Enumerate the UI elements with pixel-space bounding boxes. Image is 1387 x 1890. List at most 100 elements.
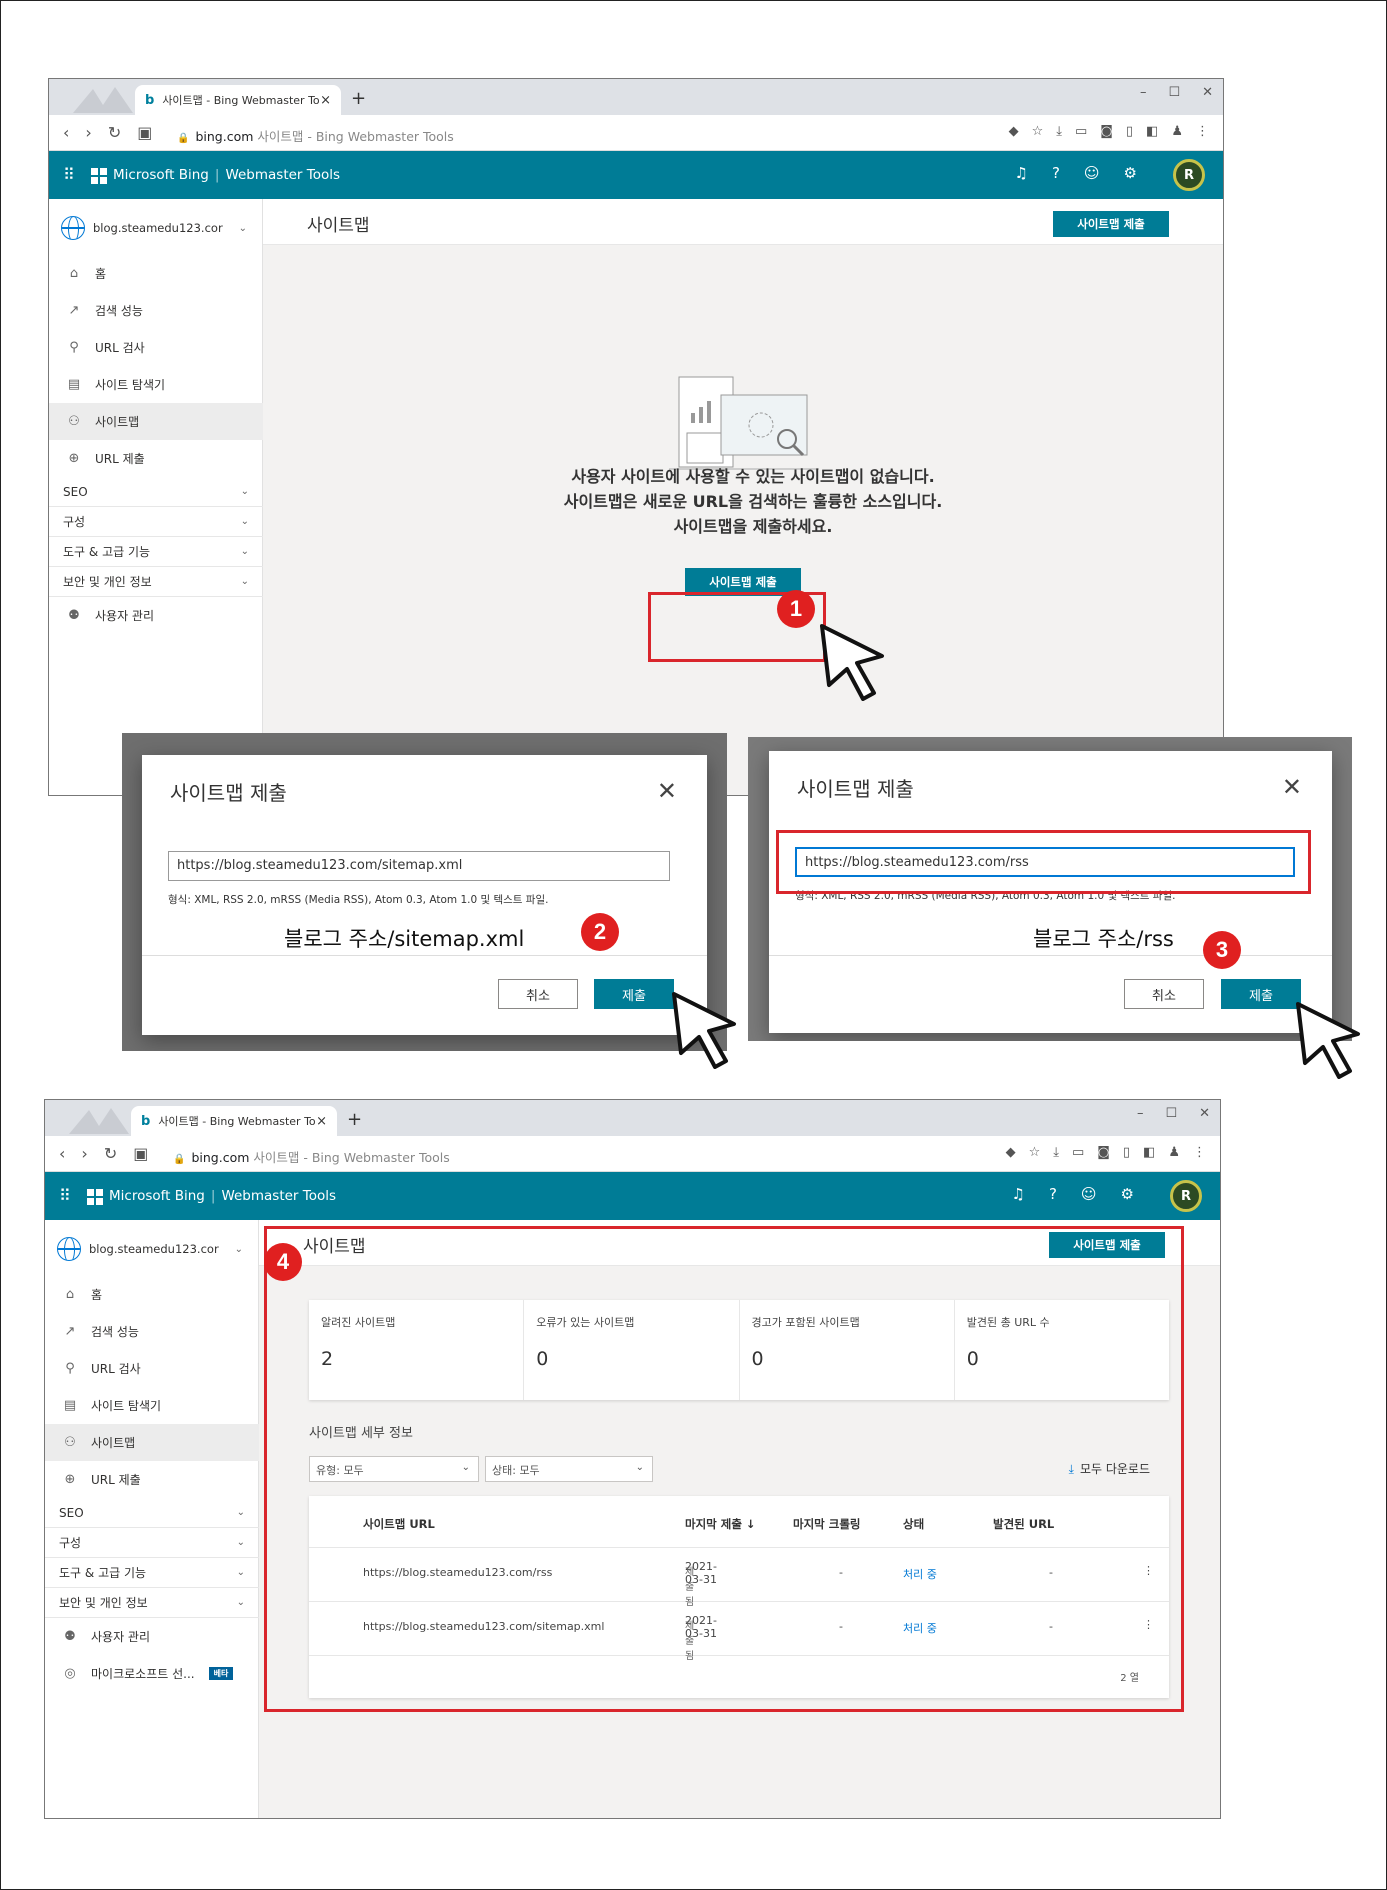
sidebar-group-security[interactable]: 보안 및 개인 정보 ⌄ — [49, 567, 263, 597]
sidebar-item-home[interactable]: ⌂ 홈 — [49, 255, 263, 292]
sidebar-item-search-performance[interactable]: ↗ 검색 성능 — [45, 1313, 259, 1350]
chevron-down-icon: ⌄ — [240, 486, 249, 497]
cancel-button[interactable]: 취소 — [498, 979, 578, 1009]
brand-name[interactable]: Microsoft Bing — [113, 167, 209, 183]
back-icon[interactable]: ‹ — [63, 123, 69, 142]
url-field[interactable]: 🔒 bing.com 사이트맵 - Bing Webmaster Tools — [173, 1147, 450, 1166]
product-name[interactable]: Webmaster Tools — [221, 1188, 336, 1204]
bell-icon[interactable]: ♫ — [1014, 164, 1027, 182]
sidebar-group-security[interactable]: 보안 및 개인 정보 ⌄ — [45, 1588, 259, 1618]
close-tab-icon[interactable]: × — [316, 1114, 327, 1129]
cancel-button[interactable]: 취소 — [1124, 979, 1204, 1009]
sidebar-group-seo[interactable]: SEO ⌄ — [45, 1498, 259, 1528]
avatar[interactable]: R — [1170, 1180, 1202, 1212]
sidebar-item-url-submission[interactable]: ⊕ URL 제출 — [49, 440, 263, 477]
sidebar-item-label: 검색 성능 — [91, 1325, 139, 1339]
sidebar-item-home[interactable]: ⌂ 홈 — [45, 1276, 259, 1313]
close-tab-icon[interactable]: × — [320, 93, 331, 108]
sidebar-item-user-management[interactable]: ⚉ 사용자 관리 — [45, 1618, 259, 1655]
page-icon[interactable]: ▣ — [137, 123, 152, 142]
settings-icon[interactable]: ⚙ — [1121, 1185, 1134, 1203]
brand-name[interactable]: Microsoft Bing — [109, 1188, 205, 1204]
document-icon: ▤ — [67, 377, 81, 392]
globe-icon: ⊕ — [64, 1472, 76, 1487]
sidebar-item-clarity[interactable]: ◎ 마이크로소프트 선... 베타 — [45, 1655, 259, 1692]
new-tab-icon[interactable]: + — [351, 88, 366, 109]
bell-icon[interactable]: ♫ — [1011, 1185, 1024, 1203]
extension-icon[interactable]: ♟ — [1168, 1145, 1180, 1160]
browser-tab[interactable]: b 사이트맵 - Bing Webmaster Tools × — [131, 1106, 337, 1136]
sidebar-group-tools[interactable]: 도구 & 고급 기능 ⌄ — [45, 1558, 259, 1588]
reload-icon[interactable]: ↻ — [104, 1144, 117, 1163]
group-label: 도구 & 고급 기능 — [59, 1566, 147, 1580]
screenshot-icon[interactable]: ◙ — [1097, 1145, 1110, 1160]
shield-icon[interactable]: ◆ — [1009, 124, 1019, 139]
dialog-submit-button[interactable]: 제출 — [1221, 979, 1301, 1009]
reader-icon[interactable]: ▯ — [1123, 1145, 1130, 1160]
forward-icon[interactable]: › — [85, 123, 91, 142]
help-icon[interactable]: ? — [1049, 1185, 1057, 1203]
reload-icon[interactable]: ↻ — [108, 123, 121, 142]
url-field[interactable]: 🔒 bing.com 사이트맵 - Bing Webmaster Tools — [177, 126, 454, 145]
minimize-icon[interactable]: – — [1140, 85, 1147, 100]
sidebar-item-url-inspection[interactable]: ⚲ URL 검사 — [49, 329, 263, 366]
site-picker[interactable]: blog.steamedu123.cor ⌄ — [57, 1234, 253, 1264]
menu-dots-icon[interactable]: ⋮ — [1196, 124, 1209, 139]
dialog-submit-button[interactable]: 제출 — [594, 979, 674, 1009]
sitemap-url-input[interactable]: https://blog.steamedu123.com/sitemap.xml — [168, 851, 670, 881]
maximize-icon[interactable]: ☐ — [1168, 85, 1180, 100]
minimize-icon[interactable]: – — [1137, 1106, 1144, 1121]
new-tab-icon[interactable]: + — [347, 1109, 362, 1130]
browser-window-empty-state: b 사이트맵 - Bing Webmaster Tools × + – ☐ ✕ … — [48, 78, 1224, 796]
sidebar-item-user-management[interactable]: ⚉ 사용자 관리 — [49, 597, 263, 634]
reader-icon[interactable]: ▯ — [1126, 124, 1133, 139]
avatar[interactable]: R — [1173, 159, 1205, 191]
maximize-icon[interactable]: ☐ — [1165, 1106, 1177, 1121]
close-window-icon[interactable]: ✕ — [1199, 1106, 1210, 1121]
sidebar-item-search-performance[interactable]: ↗ 검색 성능 — [49, 292, 263, 329]
star-icon[interactable]: ☆ — [1032, 124, 1044, 139]
app-launcher-icon[interactable]: ⠿ — [59, 1186, 71, 1205]
menu-dots-icon[interactable]: ⋮ — [1193, 1145, 1206, 1160]
sidebar-item-url-inspection[interactable]: ⚲ URL 검사 — [45, 1350, 259, 1387]
sidebar-group-seo[interactable]: SEO ⌄ — [49, 477, 263, 507]
star-icon[interactable]: ☆ — [1029, 1145, 1041, 1160]
back-icon[interactable]: ‹ — [59, 1144, 65, 1163]
screenshot-icon[interactable]: ◙ — [1100, 124, 1113, 139]
group-label: SEO — [63, 484, 88, 499]
extension-icon[interactable]: ♟ — [1171, 124, 1183, 139]
sidebar-icon[interactable]: ◧ — [1146, 124, 1158, 139]
close-icon[interactable]: ✕ — [657, 777, 677, 805]
sidebar-item-sitemaps[interactable]: ⚇ 사이트맵 — [45, 1424, 259, 1461]
page-icon[interactable]: ▣ — [133, 1144, 148, 1163]
chevron-down-icon: ⌄ — [240, 546, 249, 557]
settings-icon[interactable]: ⚙ — [1124, 164, 1137, 182]
close-window-icon[interactable]: ✕ — [1202, 85, 1213, 100]
download-icon[interactable]: ⤓ — [1056, 124, 1062, 139]
sidebar-item-site-explorer[interactable]: ▤ 사이트 탐색기 — [49, 366, 263, 403]
shield-icon[interactable]: ◆ — [1006, 1145, 1016, 1160]
submit-sitemap-button[interactable]: 사이트맵 제출 — [1053, 211, 1169, 237]
sidebar-item-label: URL 제출 — [91, 1473, 141, 1487]
download-icon[interactable]: ⤓ — [1053, 1145, 1059, 1160]
sidebar-group-config[interactable]: 구성 ⌄ — [49, 507, 263, 537]
smiley-icon[interactable]: ☺ — [1081, 1185, 1097, 1203]
site-picker[interactable]: blog.steamedu123.cor ⌄ — [61, 213, 257, 243]
site-name: blog.steamedu123.cor — [93, 221, 223, 235]
smiley-icon[interactable]: ☺ — [1084, 164, 1100, 182]
sidebar-item-url-submission[interactable]: ⊕ URL 제출 — [45, 1461, 259, 1498]
browser-tab[interactable]: b 사이트맵 - Bing Webmaster Tools × — [135, 85, 341, 115]
camera-icon[interactable]: ▭ — [1075, 124, 1087, 139]
product-name[interactable]: Webmaster Tools — [225, 167, 340, 183]
sidebar-item-sitemaps[interactable]: ⚇ 사이트맵 — [49, 403, 263, 440]
chevron-down-icon: ⌄ — [236, 1537, 245, 1548]
sidebar-item-site-explorer[interactable]: ▤ 사이트 탐색기 — [45, 1387, 259, 1424]
sidebar-icon[interactable]: ◧ — [1143, 1145, 1155, 1160]
help-icon[interactable]: ? — [1052, 164, 1060, 182]
forward-icon[interactable]: › — [81, 1144, 87, 1163]
camera-icon[interactable]: ▭ — [1072, 1145, 1084, 1160]
app-launcher-icon[interactable]: ⠿ — [63, 165, 75, 184]
close-icon[interactable]: ✕ — [1282, 773, 1302, 801]
sidebar-group-tools[interactable]: 도구 & 고급 기능 ⌄ — [49, 537, 263, 567]
sidebar-group-config[interactable]: 구성 ⌄ — [45, 1528, 259, 1558]
